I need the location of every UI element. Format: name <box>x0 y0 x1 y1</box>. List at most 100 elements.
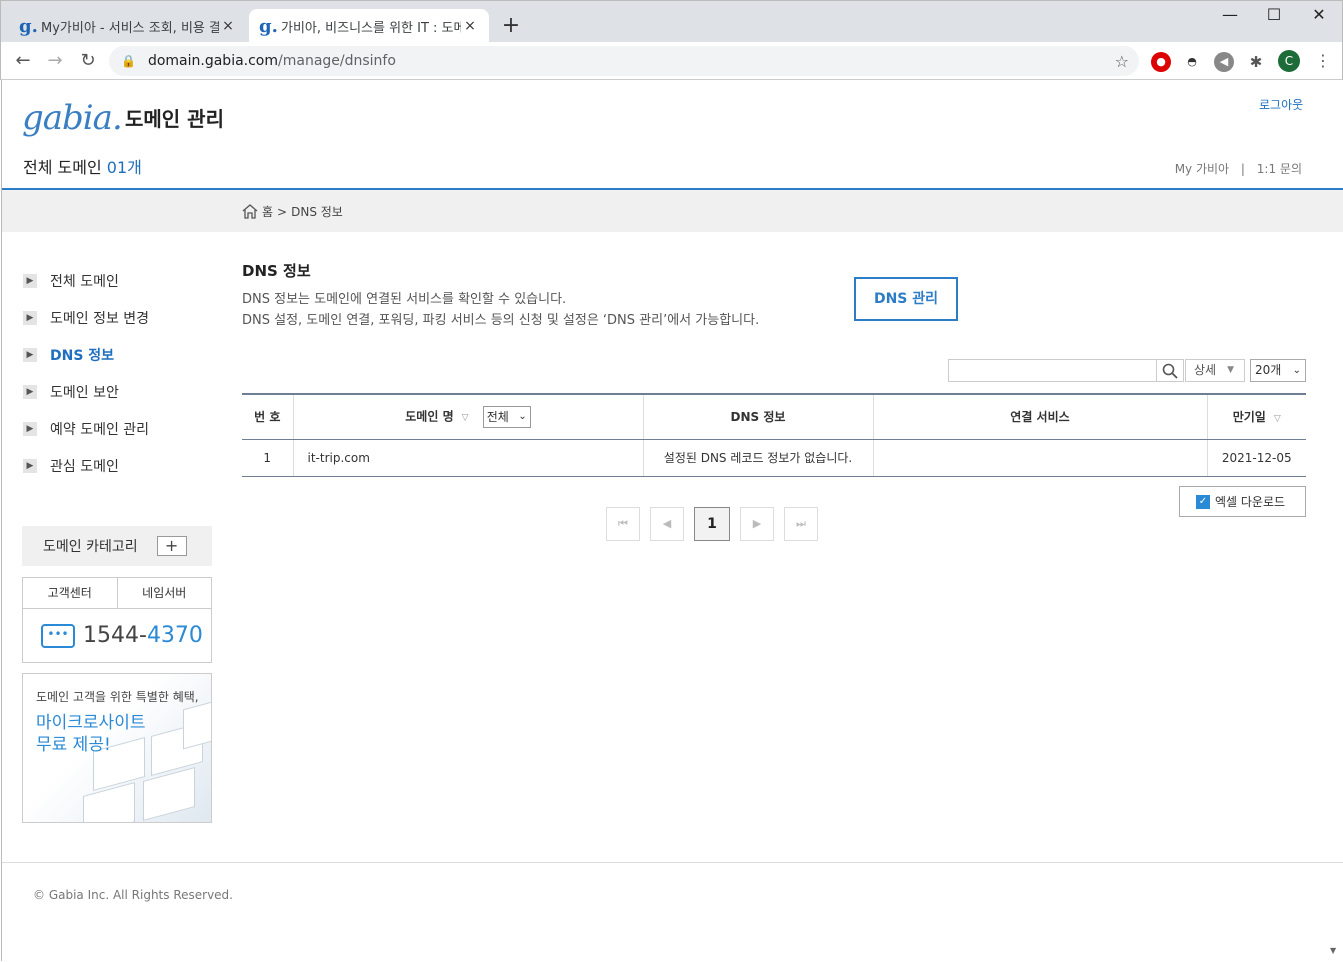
gabia-favicon-icon: g. <box>19 15 38 37</box>
per-page-select[interactable]: 20개 ⌄ <box>1250 359 1306 382</box>
per-page-value: 20개 <box>1255 363 1282 377</box>
site-title: 도메인 관리 <box>125 107 224 131</box>
phone-suffix: 4370 <box>146 623 203 648</box>
sidebar-menu: ▶ 전체 도메인 ▶ 도메인 정보 변경 ▶ DNS 정보 ▶ 도메인 보안 ▶ 예약 도… <box>23 262 213 484</box>
column-header-expiry[interactable]: 만기일 ▽ <box>1207 393 1306 440</box>
phone-prefix: 1544- <box>83 623 147 648</box>
gabia-logo[interactable]: gabia. <box>22 98 123 138</box>
customer-center-box: 고객센터 네임서버 ••• 1544- 4370 <box>22 577 212 663</box>
breadcrumb-current: DNS 정보 <box>291 205 343 219</box>
sidebar-item-label: 관심 도메인 <box>50 458 119 475</box>
bookmark-star-icon[interactable]: ☆ <box>1115 52 1129 71</box>
chevron-right-icon: ▶ <box>23 421 37 436</box>
link-divider: | <box>1240 162 1245 176</box>
cell-no: 1 <box>242 439 294 477</box>
window-close-button[interactable]: ✕ <box>1304 5 1334 24</box>
tab-nameserver[interactable]: 네임서버 <box>118 578 212 608</box>
pagination: ⏮ ◀ 1 ▶ ⏭ <box>606 507 818 541</box>
detail-search-dropdown[interactable]: 상세 ▼ <box>1185 359 1245 382</box>
search-icon[interactable] <box>1157 359 1184 382</box>
sidebar-item-reserved-domains[interactable]: ▶ 예약 도메인 관리 <box>23 410 213 447</box>
banner-decoration <box>83 782 135 822</box>
sort-icon[interactable]: ▽ <box>462 413 469 423</box>
tab-customer-center[interactable]: 고객센터 <box>23 578 118 608</box>
sidebar-item-label: 도메인 정보 변경 <box>50 310 150 327</box>
add-category-button[interactable]: + <box>156 536 187 556</box>
search-input[interactable] <box>948 359 1157 382</box>
sidebar-item-domain-info-change[interactable]: ▶ 도메인 정보 변경 <box>23 299 213 336</box>
column-header-label[interactable]: 도메인 명 <box>405 409 453 423</box>
sidebar-item-label: DNS 정보 <box>50 347 115 364</box>
chevron-right-icon: ▶ <box>23 347 37 362</box>
table-row: 1 it-trip.com 설정된 DNS 레코드 정보가 없습니다. 2021… <box>242 439 1306 477</box>
sidebar-item-dns-info[interactable]: ▶ DNS 정보 <box>23 336 213 373</box>
puzzle-extensions-icon[interactable]: ✱ <box>1246 52 1266 72</box>
page-description: DNS 정보는 도메인에 연결된 서비스를 확인할 수 있습니다. DNS 설정… <box>242 289 759 331</box>
cell-dns: 설정된 DNS 레코드 정보가 없습니다. <box>643 439 874 477</box>
incognito-extension-icon[interactable]: ◓ <box>1182 52 1202 72</box>
my-gabia-link[interactable]: My 가비아 <box>1175 162 1229 176</box>
inquiry-link[interactable]: 1:1 문의 <box>1257 162 1302 176</box>
microsite-banner[interactable]: 도메인 고객을 위한 특별한 혜택, 마이크로사이트 무료 제공! <box>22 673 212 823</box>
scroll-down-icon[interactable]: ▼ <box>1330 946 1336 955</box>
download-icon: ✓ <box>1196 494 1210 509</box>
profile-avatar[interactable]: C <box>1278 50 1300 72</box>
dns-manage-button[interactable]: DNS 관리 <box>854 277 958 321</box>
prev-page-button[interactable]: ◀ <box>650 507 684 541</box>
url-path: /manage/dnsinfo <box>278 53 396 69</box>
address-bar[interactable]: 🔒 domain.gabia.com/manage/dnsinfo ☆ <box>109 46 1139 76</box>
minimize-button[interactable]: — <box>1215 5 1245 24</box>
chevron-right-icon: ▶ <box>23 384 37 399</box>
sidebar-item-label: 도메인 보안 <box>50 384 119 401</box>
banner-subtitle: 도메인 고객을 위한 특별한 혜택, <box>36 690 199 704</box>
excel-download-button[interactable]: ✓ 엑셀 다운로드 <box>1179 486 1306 517</box>
browser-menu-icon[interactable]: ⋮ <box>1315 51 1331 70</box>
browser-tab-bar: g. My가비아 - 서비스 조회, 비용 결 × g. 가비아, 비즈니스를 … <box>0 0 1343 43</box>
cell-domain[interactable]: it-trip.com <box>293 439 644 477</box>
all-domain-label: 전체 도메인 <box>23 158 102 177</box>
first-page-button[interactable]: ⏮ <box>606 507 640 541</box>
column-header-label: 만기일 <box>1232 410 1266 425</box>
domain-category-box: 도메인 카테고리 + <box>22 526 212 566</box>
domain-filter-select[interactable]: 전체 ⌄ <box>482 405 531 428</box>
back-icon[interactable]: ← <box>11 50 35 71</box>
tab-title: 가비아, 비즈니스를 위한 IT : 도메 <box>281 20 461 36</box>
page-1-button[interactable]: 1 <box>694 507 730 541</box>
chevron-down-icon: ⌄ <box>518 410 527 422</box>
gabia-favicon-icon: g. <box>259 15 278 37</box>
tab-title: My가비아 - 서비스 조회, 비용 결 <box>41 20 219 36</box>
caret-down-icon: ▼ <box>1227 365 1234 375</box>
share-extension-icon[interactable]: ◀ <box>1214 52 1234 72</box>
adblock-extension-icon[interactable]: ● <box>1151 52 1171 72</box>
banner-title: 마이크로사이트 무료 제공! <box>36 713 146 755</box>
breadcrumb-home[interactable]: 홈 <box>262 203 273 220</box>
maximize-button[interactable]: ☐ <box>1259 5 1289 24</box>
sidebar-item-domain-security[interactable]: ▶ 도메인 보안 <box>23 373 213 410</box>
new-tab-button[interactable]: + <box>499 13 523 38</box>
tab-close-icon[interactable]: × <box>219 18 237 34</box>
chevron-right-icon: ▶ <box>23 273 37 288</box>
forward-icon[interactable]: → <box>43 50 67 71</box>
breadcrumb: 홈 > DNS 정보 <box>242 203 343 220</box>
tab-close-icon[interactable]: × <box>461 18 479 34</box>
all-domain-count[interactable]: 01개 <box>107 158 142 177</box>
description-line: DNS 정보는 도메인에 연결된 서비스를 확인할 수 있습니다. <box>242 292 567 307</box>
browser-tab-mygabia[interactable]: g. My가비아 - 서비스 조회, 비용 결 × <box>9 9 247 43</box>
last-page-button[interactable]: ⏭ <box>784 507 818 541</box>
reload-icon[interactable]: ↻ <box>76 50 100 71</box>
home-icon[interactable] <box>242 204 258 219</box>
page-title: DNS 정보 <box>242 262 311 280</box>
chevron-right-icon: ▶ <box>23 310 37 325</box>
domain-category-label: 도메인 카테고리 <box>43 539 138 555</box>
sidebar-item-label: 예약 도메인 관리 <box>50 421 150 438</box>
breadcrumb-bar: 홈 > DNS 정보 <box>2 190 1343 232</box>
chevron-down-icon: ⌄ <box>1292 365 1301 376</box>
next-page-button[interactable]: ▶ <box>740 507 774 541</box>
excel-download-label: 엑셀 다운로드 <box>1215 495 1286 509</box>
sidebar-item-all-domains[interactable]: ▶ 전체 도메인 <box>23 262 213 299</box>
copyright: © Gabia Inc. All Rights Reserved. <box>33 888 233 902</box>
sidebar-item-watch-domains[interactable]: ▶ 관심 도메인 <box>23 447 213 484</box>
browser-tab-gabia-domain[interactable]: g. 가비아, 비즈니스를 위한 IT : 도메 × <box>249 9 489 43</box>
detail-label: 상세 <box>1194 363 1217 377</box>
logout-link[interactable]: 로그아웃 <box>1259 96 1303 113</box>
